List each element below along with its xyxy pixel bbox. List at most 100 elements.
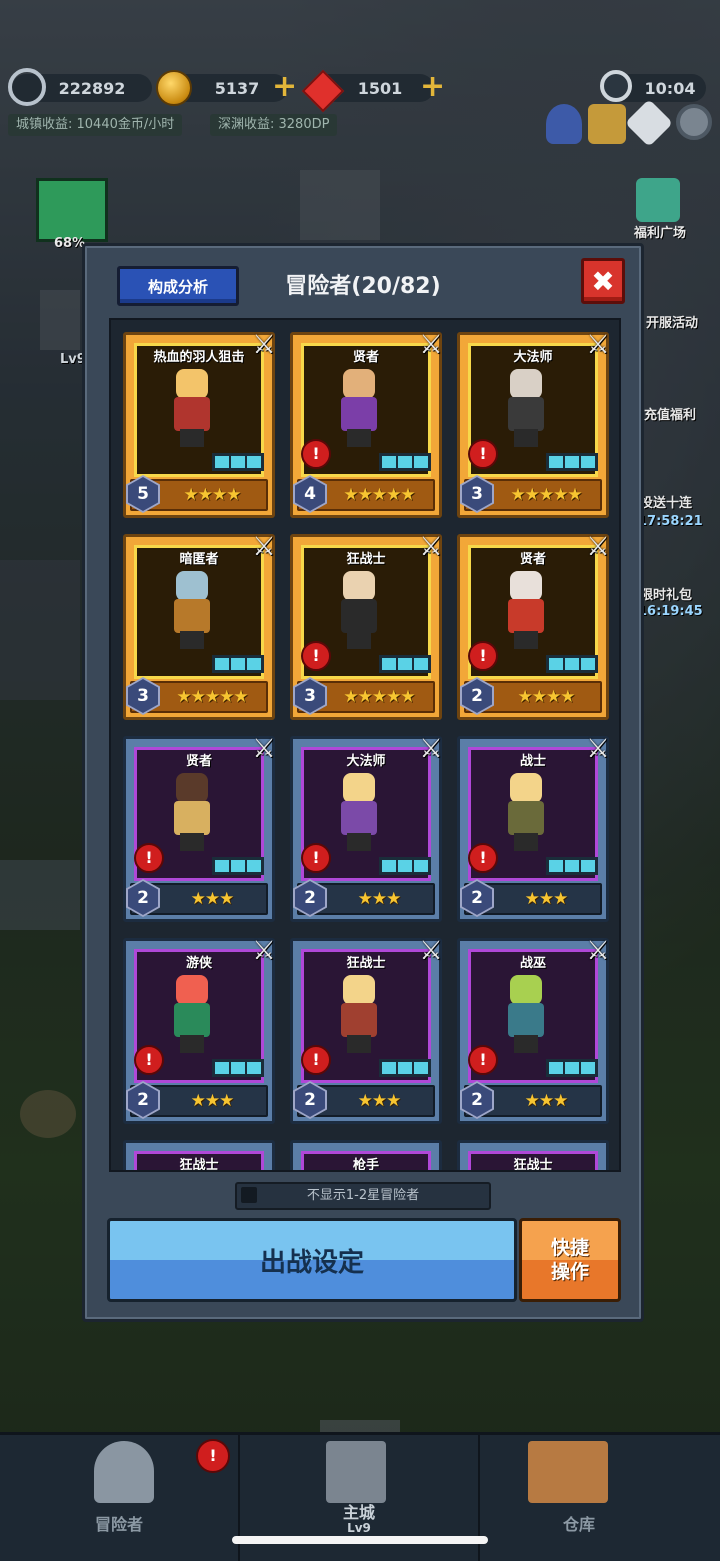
castle-icon [326,1441,386,1503]
crossed-swords-icon: ⚔ [419,734,443,764]
filter-label: 不显示1-2星冒险者 [306,1188,420,1203]
card-footer: 2 ★★★ [460,879,602,917]
heroes-icon[interactable] [546,104,582,144]
alert-icon: ! [468,641,498,671]
adventurer-name: 枪手 [352,1158,379,1172]
alert-icon: ! [301,843,331,873]
star-rating: ★★★ [357,889,402,909]
adventurer-card[interactable]: 狂战士 [123,1140,275,1170]
equipment-icons [379,857,431,875]
card-footer: 3 ★★★★★ [460,475,602,513]
progress-label: 68% [54,236,86,251]
add-gem-button[interactable]: + [420,72,445,102]
card-footer: 2 ★★★★ [460,677,602,715]
card-footer: 3 ★★★★★ [126,677,268,715]
nav-warehouse-label: 仓库 [562,1515,595,1534]
hero-sprite [500,369,552,449]
limited-pack-timer: 16:19:45 [638,604,703,619]
star-rating: ★★★ [190,889,235,909]
close-button[interactable]: ✖ [581,258,625,304]
alert-icon: ! [134,843,164,873]
card-footer: 2 ★★★ [293,1081,435,1119]
gear-icon[interactable] [676,104,712,140]
star-rating: ★★★ [357,1091,402,1111]
adventurer-card[interactable]: 暗匿者 ⚔ 3 ★★★★★ [123,532,276,720]
power-value: 222892 [58,78,126,98]
equipment-icons [212,1059,264,1077]
adventurer-card[interactable]: 大法师 ⚔! 3 ★★★★★ [457,331,610,518]
nav-adventurer-label: 冒险者 [94,1515,143,1534]
equipment-icons [212,453,264,471]
adventurer-card[interactable]: 狂战士 ⚔! 2 ★★★ [290,936,443,1124]
alert-icon: ! [468,843,498,873]
crossed-swords-icon: ⚔ [252,330,276,360]
clock-icon [600,70,632,102]
battle-setup-button[interactable]: 出战设定 [107,1218,517,1302]
equipment-icons [379,453,431,471]
hero-sprite [333,571,385,651]
equipment-icons [212,857,264,875]
hero-sprite [333,369,385,449]
crossed-swords-icon: ⚔ [419,330,443,360]
alert-icon: ! [468,439,498,469]
knight-helmet-icon [94,1441,154,1503]
filter-checkbox[interactable] [241,1187,257,1203]
adventurer-card[interactable]: 贤者 ⚔! 2 ★★★★ [457,533,610,720]
nav-adventurer[interactable]: ! 冒险者 [0,1435,240,1561]
adventurer-grid[interactable]: 热血的羽人狙击 ⚔ 5 ★★★★ 贤者 ⚔! 4 ★★★★★ 大法师 ⚔! 3 ★★★★★ 暗匿者 ⚔ 3 ★… [109,318,621,1172]
hero-sprite [500,773,552,853]
adventurer-card[interactable]: 大法师 ⚔! 2 ★★★ [290,734,443,922]
card-footer: 3 ★★★★★ [293,677,435,715]
adventurer-card[interactable]: 贤者 ⚔! 2 ★★★ [123,734,276,922]
equipment-icons [546,655,598,673]
modal-title: 冒险者(20/82) [285,274,441,299]
limited-pack-label: 限时礼包 [640,588,693,603]
star-rating: ★★★★★ [176,687,248,707]
alert-icon: ! [301,1045,331,1075]
star-rating: ★★★★ [517,687,576,707]
adventurer-card[interactable]: 热血的羽人狙击 ⚔ 5 ★★★★ [123,330,276,518]
card-footer: 2 ★★★ [126,1081,268,1119]
nav-warehouse[interactable]: 仓库 [480,1435,718,1561]
crossed-swords-icon: ⚔ [419,936,443,966]
adventurer-card[interactable]: 战巫 ⚔! 2 ★★★ [457,937,610,1124]
recharge-label: 充值福利 [644,408,697,423]
alert-icon: ! [301,439,331,469]
star-rating: ★★★ [524,889,569,909]
crossed-swords-icon: ⚔ [586,734,610,764]
quick-label-line2: 操作 [550,1261,589,1283]
ten-draw-label: 投送十连 [640,496,693,511]
adventurer-card[interactable]: 战士 ⚔! 2 ★★★ [457,734,610,922]
hero-sprite [166,369,218,449]
quick-action-button[interactable]: 快捷 操作 [519,1218,621,1302]
progress-cube-icon[interactable] [36,178,108,242]
adventurer-name: 狂战士 [513,1158,553,1172]
hero-sprite [500,975,552,1055]
adventurer-card[interactable]: 狂战士 ⚔! 3 ★★★★★ [290,533,443,720]
card-footer: 2 ★★★ [460,1081,602,1119]
hide-low-star-toggle[interactable]: 不显示1-2星冒险者 [235,1182,491,1210]
gem-value: 1501 [357,78,403,98]
equipment-icons [379,655,431,673]
add-gold-button[interactable]: + [272,72,297,102]
equipment-icons [546,1059,598,1077]
adventurer-card[interactable]: 狂战士 [457,1140,609,1172]
home-indicator[interactable] [232,1536,488,1544]
server-event-label: 开服活动 [646,316,699,331]
adventurer-card[interactable]: 游侠 ⚔! 2 ★★★ [123,936,276,1124]
crossed-swords-icon: ⚔ [252,532,276,562]
card-footer: 2 ★★★ [126,879,268,917]
hero-sprite [333,975,385,1055]
power-icon [8,68,46,106]
welfare-plaza-icon[interactable] [636,178,680,222]
adventurer-card[interactable]: 贤者 ⚔! 4 ★★★★★ [290,330,443,518]
town-income: 城镇收益: 10440金币/小时 [8,114,183,136]
star-rating: ★★★★★ [343,485,415,505]
crossed-swords-icon: ⚔ [252,936,276,966]
warehouse-icon [528,1441,608,1503]
crossed-swords-icon: ⚔ [252,734,276,764]
pet-icon[interactable] [588,104,626,144]
welfare-plaza-label: 福利广场 [634,226,687,241]
abyss-income: 深渊收益: 3280DP [210,114,338,136]
adventurer-card[interactable]: 枪手 [290,1140,442,1172]
